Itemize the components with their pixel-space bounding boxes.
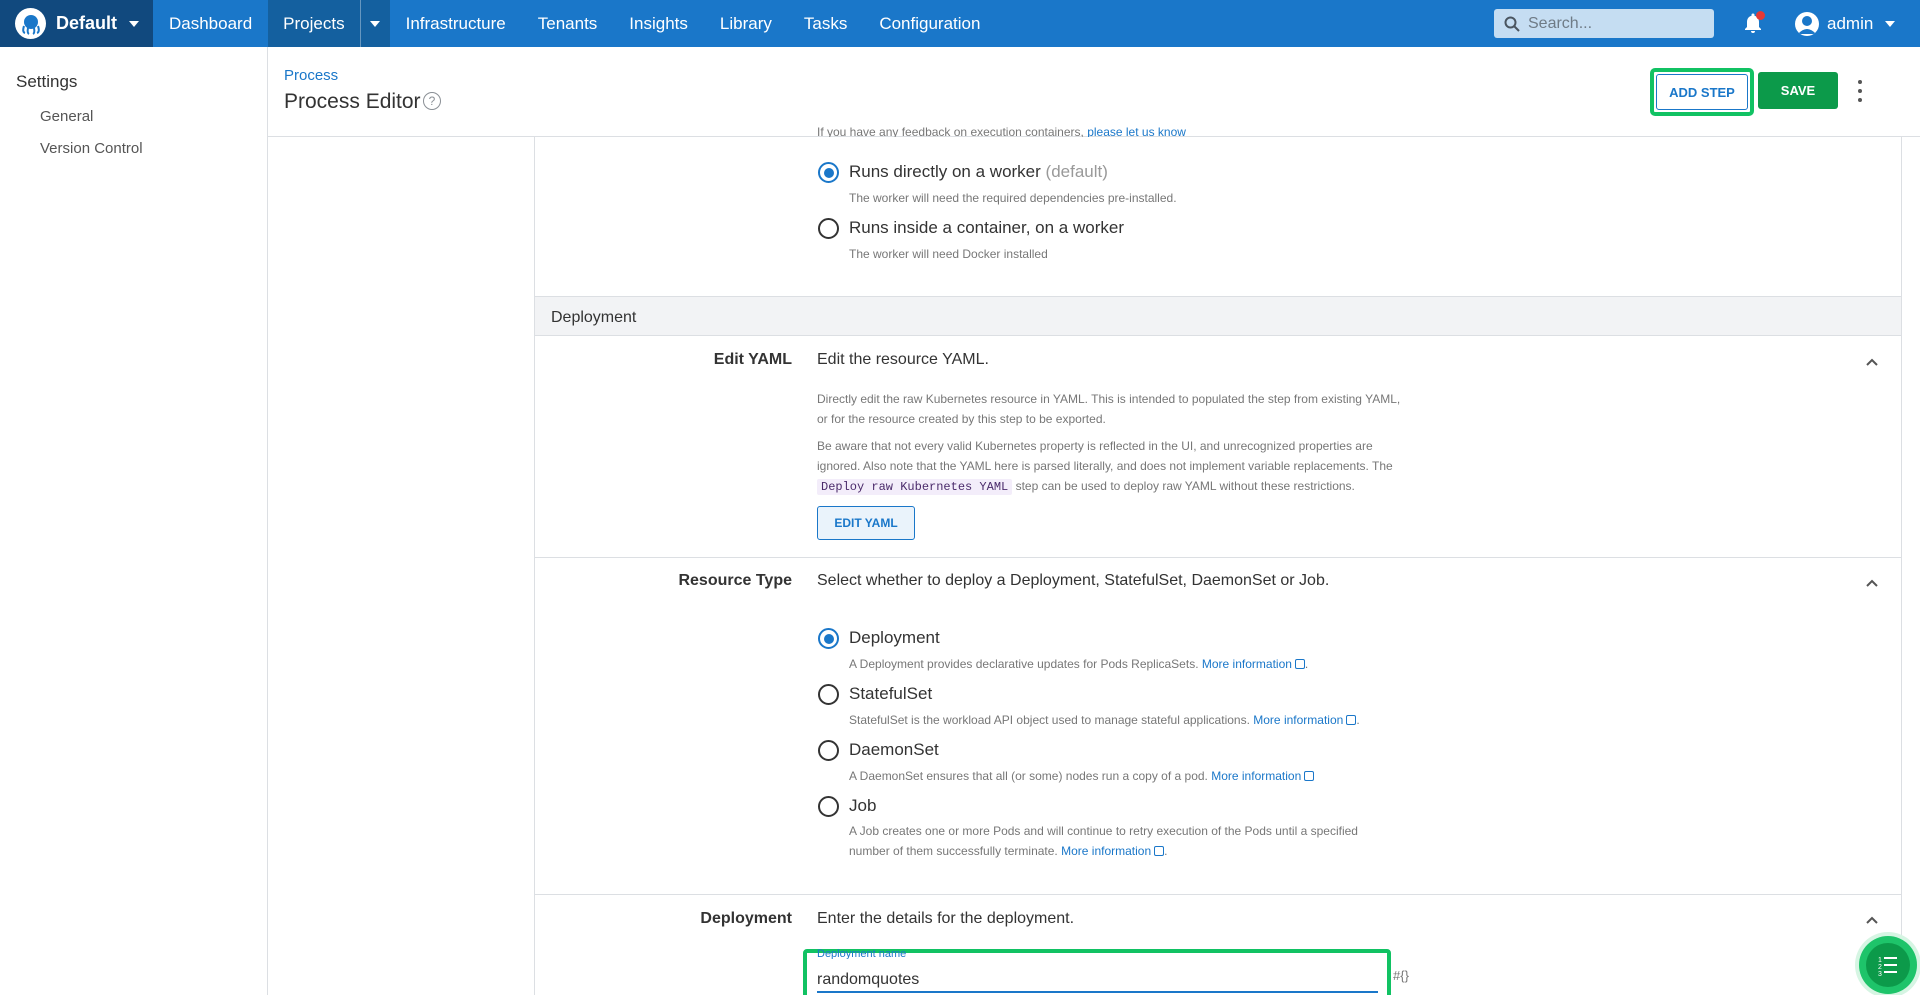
external-link-icon (1346, 715, 1357, 725)
sidebar-heading: Settings (16, 72, 78, 91)
radio-daemonset-label[interactable]: DaemonSet (849, 740, 939, 760)
list-numbered-icon: 123 (1866, 943, 1910, 987)
chevron-up-icon[interactable] (1866, 577, 1878, 589)
edit-yaml-label: Edit YAML (713, 351, 792, 368)
space-switcher[interactable]: Default (0, 0, 153, 47)
resource-type-summary: Select whether to deploy a Deployment, S… (817, 572, 1330, 589)
radio-job[interactable] (818, 796, 839, 817)
nav-insights[interactable]: Insights (613, 0, 704, 47)
divider (535, 894, 1901, 895)
sidebar-item-general[interactable]: General (40, 108, 93, 125)
resource-type-label: Resource Type (678, 572, 792, 589)
edit-yaml-description-1: Directly edit the raw Kubernetes resourc… (817, 392, 1401, 426)
sidebar: Settings General Version Control (0, 47, 268, 995)
svg-text:2: 2 (1878, 964, 1882, 971)
more-vert-icon[interactable] (1856, 80, 1864, 102)
chevron-up-icon[interactable] (1866, 356, 1878, 368)
radio-deployment-label[interactable]: Deployment (849, 628, 940, 648)
radio-statefulset-label[interactable]: StatefulSet (849, 684, 932, 704)
projects-dropdown-toggle[interactable] (359, 0, 390, 47)
section-header-deployment: Deployment (535, 296, 1901, 336)
section-title: Deployment (551, 309, 637, 326)
nav-projects-group: Projects (268, 0, 390, 47)
search-input[interactable] (1528, 14, 1698, 33)
user-avatar-icon (1795, 11, 1819, 36)
code-chip: Deploy raw Kubernetes YAML (817, 479, 1013, 495)
edit-yaml-button[interactable]: EDIT YAML (817, 506, 915, 540)
deployment-name-field[interactable] (817, 969, 1378, 993)
variable-binding-button[interactable]: #{} (1393, 968, 1409, 983)
radio-job-help: A Job creates one or more Pods and will … (849, 824, 1358, 858)
radio-runs-directly[interactable] (818, 162, 839, 183)
page-title: Process Editor (284, 90, 421, 113)
chevron-down-icon (370, 20, 381, 27)
nav-configuration[interactable]: Configuration (863, 0, 996, 47)
nav-library[interactable]: Library (704, 0, 788, 47)
deployment-details-summary: Enter the details for the deployment. (817, 910, 1075, 927)
deployment-details-label: Deployment (700, 910, 792, 927)
search-icon (1504, 16, 1520, 32)
radio-daemonset-help: A DaemonSet ensures that all (or some) n… (849, 766, 1315, 786)
notification-badge (1756, 11, 1765, 20)
user-menu[interactable]: admin (1795, 0, 1896, 47)
space-name: Default (56, 13, 118, 33)
radio-deployment[interactable] (818, 628, 839, 649)
more-info-link[interactable]: More information (1211, 769, 1301, 783)
feedback-link[interactable]: please let us know (1087, 127, 1186, 137)
divider (535, 557, 1901, 558)
add-step-button[interactable]: ADD STEP (1656, 74, 1748, 110)
nav-tenants[interactable]: Tenants (522, 0, 614, 47)
external-link-icon (1154, 846, 1165, 856)
radio-job-label[interactable]: Job (849, 796, 876, 816)
octopus-logo-icon (15, 8, 46, 39)
radio-runs-in-container-label[interactable]: Runs inside a container, on a worker (849, 218, 1124, 238)
top-navigation: Default Dashboard Projects Infrastructur… (0, 0, 1920, 47)
radio-runs-directly-label[interactable]: Runs directly on a worker (default) (849, 162, 1108, 182)
external-link-icon (1304, 771, 1315, 781)
chevron-down-icon (1885, 20, 1896, 27)
execution-feedback-text: If you have any feedback on execution co… (817, 127, 1186, 137)
more-info-link[interactable]: More information (1061, 844, 1151, 858)
chevron-up-icon[interactable] (1866, 914, 1878, 926)
svg-text:3: 3 (1878, 971, 1882, 976)
search-box (1494, 9, 1714, 38)
chevron-down-icon (129, 20, 140, 27)
user-name: admin (1827, 13, 1874, 33)
deployment-name-label: Deployment name (817, 949, 907, 959)
step-list-fab[interactable]: 123 (1859, 936, 1917, 994)
nav-projects[interactable]: Projects (268, 0, 360, 47)
radio-statefulset-help: StatefulSet is the workload API object u… (849, 713, 1360, 727)
svg-text:1: 1 (1878, 957, 1882, 964)
step-editor-panel (534, 137, 1902, 995)
nav-infrastructure[interactable]: Infrastructure (390, 0, 522, 47)
more-info-link[interactable]: More information (1202, 657, 1292, 671)
radio-statefulset[interactable] (818, 684, 839, 705)
save-button[interactable]: SAVE (1758, 72, 1838, 109)
help-circle-icon[interactable]: ? (423, 92, 441, 110)
radio-deployment-help: A Deployment provides declarative update… (849, 657, 1309, 671)
sidebar-item-version-control[interactable]: Version Control (40, 140, 143, 157)
edit-yaml-summary: Edit the resource YAML. (817, 351, 989, 368)
radio-runs-directly-help: The worker will need the required depend… (849, 191, 1177, 205)
breadcrumb[interactable]: Process (284, 67, 338, 84)
external-link-icon (1294, 659, 1305, 669)
nav-tasks[interactable]: Tasks (788, 0, 863, 47)
radio-daemonset[interactable] (818, 740, 839, 761)
radio-runs-in-container-help: The worker will need Docker installed (849, 247, 1048, 261)
radio-runs-in-container[interactable] (818, 218, 839, 239)
edit-yaml-description-2: Be aware that not every valid Kubernetes… (817, 439, 1393, 495)
nav-dashboard[interactable]: Dashboard (153, 0, 268, 47)
more-info-link[interactable]: More information (1253, 713, 1343, 727)
